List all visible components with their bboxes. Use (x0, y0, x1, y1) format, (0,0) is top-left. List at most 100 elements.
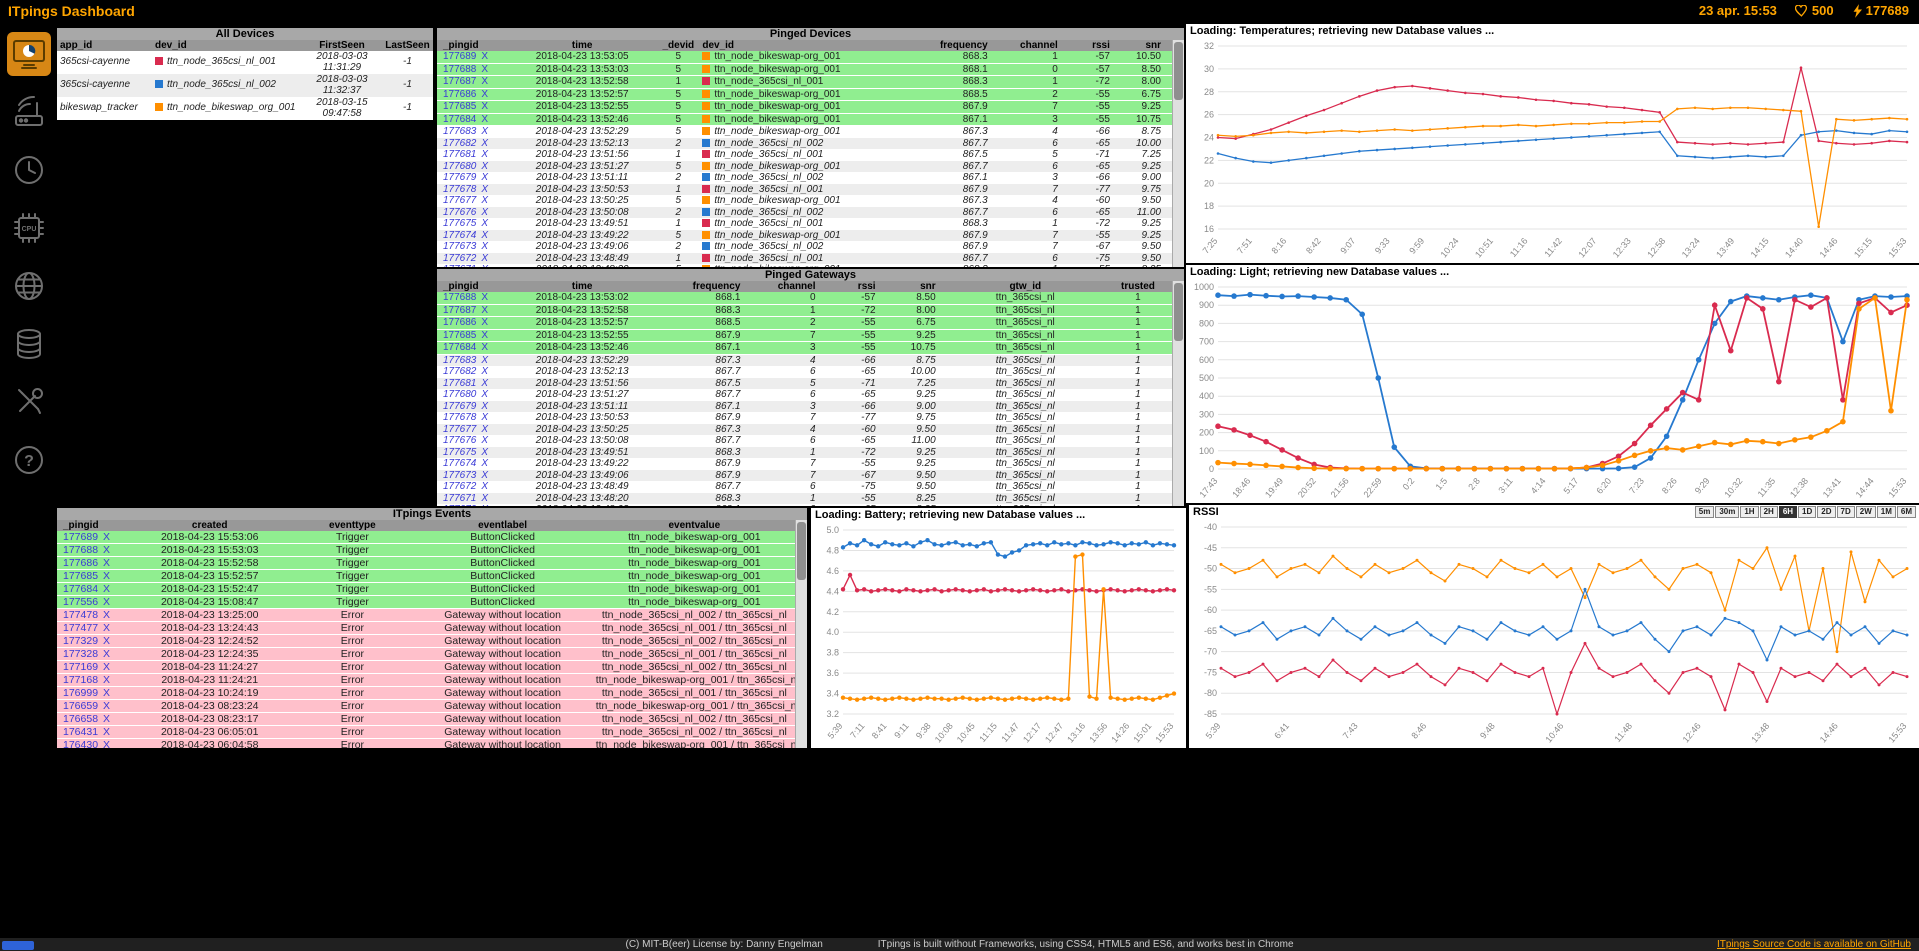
pingid-link[interactable]: 177477 (63, 622, 98, 634)
column-header[interactable]: LastSeen (382, 40, 433, 51)
delete-link[interactable]: X (481, 401, 488, 412)
pingid-link[interactable]: 177683 (443, 355, 476, 366)
delete-link[interactable]: X (481, 481, 488, 492)
table-row[interactable]: 177678 X 2018-04-23 13:50:53 867.9 7 -77 9.75 t… (437, 412, 1173, 424)
scrollbar[interactable] (1172, 281, 1184, 506)
delete-link[interactable]: X (481, 389, 488, 400)
delete-link[interactable]: X (481, 470, 488, 481)
range-button-2d[interactable]: 2D (1817, 506, 1836, 518)
column-header[interactable]: _devid (657, 40, 700, 51)
table-row[interactable]: 177328 X 2018-04-23 12:24:35 Error Gateway w… (57, 647, 796, 661)
pingid-link[interactable]: 177678 (443, 412, 476, 423)
pingid-link[interactable]: 177681 (443, 149, 476, 160)
table-row[interactable]: 176431 X 2018-04-23 06:05:01 Error Gateway w… (57, 725, 796, 739)
delete-link[interactable]: X (481, 149, 488, 160)
delete-link[interactable]: X (481, 253, 488, 264)
table-row[interactable]: 177682 X 2018-04-23 13:52:13 2 ttn_node_365c… (437, 137, 1173, 149)
sidebar-item-history[interactable] (7, 148, 51, 192)
table-row[interactable]: 177684 X 2018-04-23 15:52:47 Trigger ButtonC… (57, 582, 796, 596)
column-header[interactable]: trusted (1102, 281, 1173, 292)
pingid-link[interactable]: 177676 (443, 435, 476, 446)
delete-link[interactable]: X (103, 726, 110, 738)
column-header[interactable]: frequency (657, 281, 753, 292)
scrollbar-thumb[interactable] (1174, 283, 1183, 341)
pingid-link[interactable]: 177687 (443, 305, 476, 316)
pingid-link[interactable]: 177168 (63, 674, 98, 686)
table-row[interactable]: 177682 X 2018-04-23 13:52:13 867.7 6 -65 10.00… (437, 366, 1173, 378)
sidebar-item-tools[interactable] (7, 380, 51, 424)
delete-link[interactable]: X (481, 241, 488, 252)
sidebar-item-network[interactable] (7, 264, 51, 308)
delete-link[interactable]: X (481, 355, 488, 366)
column-header[interactable]: rssi (1069, 40, 1122, 51)
delete-link[interactable]: X (103, 687, 110, 699)
table-row[interactable]: 177688 X 2018-04-23 13:53:03 5 ttn_node_bike… (437, 63, 1173, 76)
pingid-link[interactable]: 177680 (443, 161, 476, 172)
scrollbar[interactable] (795, 520, 807, 748)
delete-link[interactable]: X (481, 89, 488, 100)
github-link[interactable]: ITpings Source Code is available on GitH… (1717, 939, 1911, 950)
pingid-link[interactable]: 177683 (443, 126, 476, 137)
table-row[interactable]: 177477 X 2018-04-23 13:24:43 Error Gateway w… (57, 621, 796, 635)
pingid-link[interactable]: 177677 (443, 195, 476, 206)
delete-link[interactable]: X (103, 661, 110, 673)
pingid-link[interactable]: 177672 (443, 481, 476, 492)
table-row[interactable]: 177673 X 2018-04-23 13:49:06 867.9 7 -67 9.50 t… (437, 469, 1173, 481)
table-row[interactable]: 177685 X 2018-04-23 13:52:55 5 ttn_node_bike… (437, 100, 1173, 114)
table-row[interactable]: 177677 X 2018-04-23 13:50:25 5 ttn_node_bike… (437, 195, 1173, 207)
pingid-link[interactable]: 177478 (63, 609, 98, 621)
pingid-link[interactable]: 177688 (443, 64, 476, 75)
pingid-link[interactable]: 177672 (443, 253, 476, 264)
pingid-link[interactable]: 177556 (63, 596, 98, 608)
table-row[interactable]: 177680 X 2018-04-23 13:51:27 5 ttn_node_bike… (437, 160, 1173, 172)
delete-link[interactable]: X (481, 330, 488, 341)
table-row[interactable]: 177676 X 2018-04-23 13:50:08 2 ttn_node_365c… (437, 206, 1173, 218)
pingid-link[interactable]: 177684 (443, 342, 476, 353)
range-button-6m[interactable]: 6M (1896, 506, 1916, 518)
pingid-link[interactable]: 177688 (63, 544, 98, 556)
delete-link[interactable]: X (103, 544, 110, 556)
pingid-link[interactable]: 177684 (443, 114, 476, 125)
delete-link[interactable]: X (103, 635, 110, 647)
delete-link[interactable]: X (103, 596, 110, 608)
table-row[interactable]: 177683 X 2018-04-23 13:52:29 5 ttn_node_bike… (437, 125, 1173, 138)
range-button-2w[interactable]: 2W (1855, 506, 1876, 518)
delete-link[interactable]: X (481, 138, 488, 149)
sidebar-item-help[interactable]: ? (7, 438, 51, 482)
delete-link[interactable]: X (481, 218, 488, 229)
table-row[interactable]: 177556 X 2018-04-23 15:08:47 Trigger ButtonC… (57, 595, 796, 609)
pingid-link[interactable]: 177684 (63, 583, 98, 595)
pingid-link[interactable]: 177671 (443, 264, 476, 267)
delete-link[interactable]: X (481, 184, 488, 195)
range-button-1d[interactable]: 1D (1798, 506, 1817, 518)
table-row[interactable]: 176658 X 2018-04-23 08:23:17 Error Gateway w… (57, 712, 796, 726)
pingid-link[interactable]: 177670 (443, 504, 476, 506)
sidebar-item-database[interactable] (7, 322, 51, 366)
pingid-link[interactable]: 177685 (63, 570, 98, 582)
range-button-2h[interactable]: 2H (1759, 506, 1778, 518)
table-row[interactable]: 365csi-cayenne ttn_node_365csi_nl_002 2018… (57, 74, 433, 97)
column-header[interactable]: _pingid (57, 520, 128, 531)
table-row[interactable]: 177671X2018-04-23 13:48:205ttn_node_bike… (437, 264, 1173, 267)
column-header[interactable]: rssi (827, 281, 888, 292)
delete-link[interactable]: X (481, 342, 488, 353)
table-row[interactable]: 177686 X 2018-04-23 13:52:57 868.5 2 -55 6.75 t… (437, 316, 1173, 330)
table-row[interactable]: 176430 X 2018-04-23 06:04:58 Error Gateway w… (57, 738, 796, 748)
pingid-link[interactable]: 177685 (443, 330, 476, 341)
pingid-link[interactable]: 177688 (443, 292, 476, 303)
sidebar-item-system[interactable]: CPU (7, 206, 51, 250)
pingid-link[interactable]: 177329 (63, 635, 98, 647)
pingid-link[interactable]: 177689 (443, 51, 476, 62)
table-row[interactable]: 177687 X 2018-04-23 13:52:58 1 ttn_node_365c… (437, 75, 1173, 89)
delete-link[interactable]: X (103, 713, 110, 725)
table-row[interactable]: 177686 X 2018-04-23 13:52:57 5 ttn_node_bike… (437, 88, 1173, 101)
column-header[interactable]: eventvalue (592, 520, 796, 531)
table-row[interactable]: 177168 X 2018-04-23 11:24:21 Error Gateway w… (57, 673, 796, 687)
sidebar-item-gateways[interactable] (7, 90, 51, 134)
scrollbar-thumb[interactable] (1174, 42, 1183, 100)
table-row[interactable]: 177683 X 2018-04-23 13:52:29 867.3 4 -66 8.75 t… (437, 354, 1173, 366)
table-row[interactable]: 177676 X 2018-04-23 13:50:08 867.7 6 -65 11.00… (437, 435, 1173, 447)
delete-link[interactable]: X (481, 292, 488, 303)
delete-link[interactable]: X (481, 51, 488, 62)
pingid-link[interactable]: 177685 (443, 101, 476, 112)
